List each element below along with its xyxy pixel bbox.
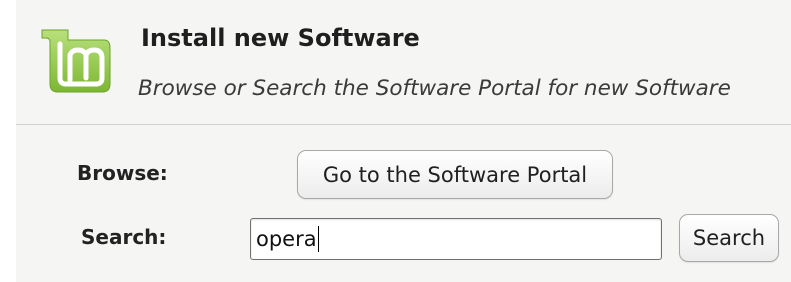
page-title: Install new Software	[141, 24, 420, 52]
search-button[interactable]: Search	[679, 214, 779, 262]
search-input-value: opera	[256, 227, 317, 251]
browse-label: Browse:	[77, 161, 168, 185]
search-input[interactable]: opera	[250, 218, 662, 260]
text-caret	[317, 226, 319, 252]
go-to-software-portal-button[interactable]: Go to the Software Portal	[297, 150, 613, 199]
search-label: Search:	[81, 225, 167, 249]
linux-mint-logo-icon	[41, 29, 111, 93]
header-divider	[16, 124, 791, 125]
install-software-window: Install new Software Browse or Search th…	[0, 0, 791, 282]
page-subtitle: Browse or Search the Software Portal for…	[138, 76, 731, 101]
